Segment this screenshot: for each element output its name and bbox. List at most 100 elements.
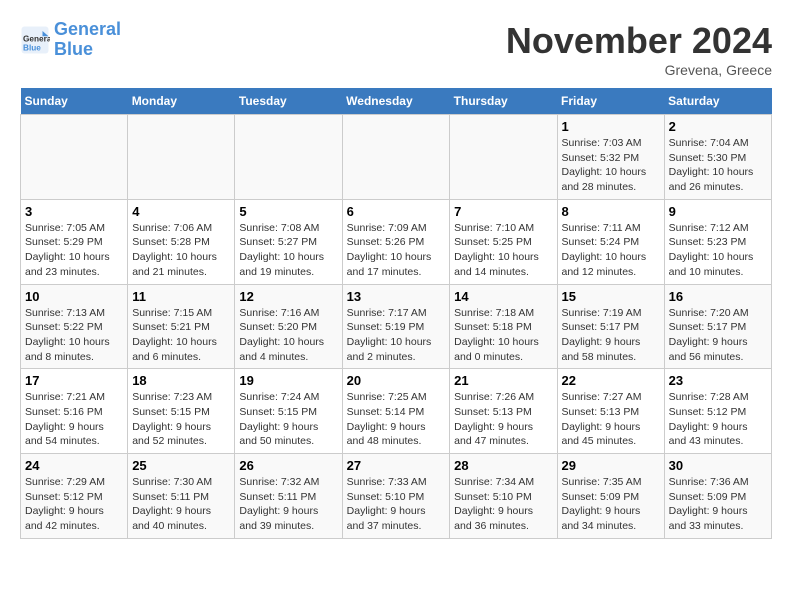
- calendar-cell: 21 Sunrise: 7:26 AM Sunset: 5:13 PM Dayli…: [450, 369, 557, 454]
- day-info: Sunrise: 7:30 AM Sunset: 5:11 PM Dayligh…: [132, 475, 230, 534]
- day-info: Sunrise: 7:15 AM Sunset: 5:21 PM Dayligh…: [132, 306, 230, 365]
- week-row-5: 24 Sunrise: 7:29 AM Sunset: 5:12 PM Dayli…: [21, 454, 772, 539]
- day-info: Sunrise: 7:26 AM Sunset: 5:13 PM Dayligh…: [454, 390, 552, 449]
- day-info: Sunrise: 7:32 AM Sunset: 5:11 PM Dayligh…: [239, 475, 337, 534]
- day-number: 1: [562, 119, 660, 134]
- weekday-header-tuesday: Tuesday: [235, 88, 342, 115]
- day-info: Sunrise: 7:19 AM Sunset: 5:17 PM Dayligh…: [562, 306, 660, 365]
- day-info: Sunrise: 7:04 AM Sunset: 5:30 PM Dayligh…: [669, 136, 767, 195]
- day-number: 8: [562, 204, 660, 219]
- day-number: 22: [562, 373, 660, 388]
- day-info: Sunrise: 7:12 AM Sunset: 5:23 PM Dayligh…: [669, 221, 767, 280]
- day-number: 25: [132, 458, 230, 473]
- calendar-cell: 16Sunrise: 7:20 AM Sunset: 5:17 PM Dayli…: [664, 284, 771, 369]
- calendar-cell: 9 Sunrise: 7:12 AM Sunset: 5:23 PM Daylig…: [664, 199, 771, 284]
- weekday-header-saturday: Saturday: [664, 88, 771, 115]
- day-number: 10: [25, 289, 123, 304]
- calendar-cell: 15 Sunrise: 7:19 AM Sunset: 5:17 PM Dayli…: [557, 284, 664, 369]
- day-info: Sunrise: 7:29 AM Sunset: 5:12 PM Dayligh…: [25, 475, 123, 534]
- day-info: Sunrise: 7:11 AM Sunset: 5:24 PM Dayligh…: [562, 221, 660, 280]
- calendar-cell: 7Sunrise: 7:10 AM Sunset: 5:25 PM Daylig…: [450, 199, 557, 284]
- logo: General Blue General Blue: [20, 20, 121, 60]
- day-number: 5: [239, 204, 337, 219]
- day-number: 29: [562, 458, 660, 473]
- calendar-cell: [450, 115, 557, 200]
- day-info: Sunrise: 7:10 AM Sunset: 5:25 PM Dayligh…: [454, 221, 552, 280]
- day-number: 20: [347, 373, 446, 388]
- calendar-cell: 2 Sunrise: 7:04 AM Sunset: 5:30 PM Daylig…: [664, 115, 771, 200]
- calendar-cell: 26 Sunrise: 7:32 AM Sunset: 5:11 PM Dayli…: [235, 454, 342, 539]
- calendar-cell: [235, 115, 342, 200]
- weekday-header-friday: Friday: [557, 88, 664, 115]
- logo-general: General: [54, 19, 121, 39]
- header: General Blue General Blue November 2024 …: [20, 20, 772, 78]
- calendar-cell: 12Sunrise: 7:16 AM Sunset: 5:20 PM Dayli…: [235, 284, 342, 369]
- day-info: Sunrise: 7:35 AM Sunset: 5:09 PM Dayligh…: [562, 475, 660, 534]
- calendar-cell: 1 Sunrise: 7:03 AM Sunset: 5:32 PM Daylig…: [557, 115, 664, 200]
- week-row-4: 17Sunrise: 7:21 AM Sunset: 5:16 PM Dayli…: [21, 369, 772, 454]
- calendar-cell: 8 Sunrise: 7:11 AM Sunset: 5:24 PM Daylig…: [557, 199, 664, 284]
- calendar-cell: [342, 115, 450, 200]
- location-subtitle: Grevena, Greece: [506, 62, 772, 78]
- day-number: 18: [132, 373, 230, 388]
- logo-blue: Blue: [54, 39, 93, 59]
- logo-text: General Blue: [54, 20, 121, 60]
- day-number: 30: [669, 458, 767, 473]
- day-number: 14: [454, 289, 552, 304]
- day-number: 19: [239, 373, 337, 388]
- day-number: 23: [669, 373, 767, 388]
- day-number: 28: [454, 458, 552, 473]
- day-info: Sunrise: 7:05 AM Sunset: 5:29 PM Dayligh…: [25, 221, 123, 280]
- day-number: 4: [132, 204, 230, 219]
- calendar-cell: 27Sunrise: 7:33 AM Sunset: 5:10 PM Dayli…: [342, 454, 450, 539]
- day-info: Sunrise: 7:28 AM Sunset: 5:12 PM Dayligh…: [669, 390, 767, 449]
- calendar-cell: 5 Sunrise: 7:08 AM Sunset: 5:27 PM Daylig…: [235, 199, 342, 284]
- day-info: Sunrise: 7:17 AM Sunset: 5:19 PM Dayligh…: [347, 306, 446, 365]
- calendar-table: SundayMondayTuesdayWednesdayThursdayFrid…: [20, 88, 772, 539]
- week-row-1: 1 Sunrise: 7:03 AM Sunset: 5:32 PM Daylig…: [21, 115, 772, 200]
- calendar-cell: 11Sunrise: 7:15 AM Sunset: 5:21 PM Dayli…: [128, 284, 235, 369]
- title-area: November 2024 Grevena, Greece: [506, 20, 772, 78]
- calendar-cell: 30Sunrise: 7:36 AM Sunset: 5:09 PM Dayli…: [664, 454, 771, 539]
- calendar-cell: 10Sunrise: 7:13 AM Sunset: 5:22 PM Dayli…: [21, 284, 128, 369]
- day-info: Sunrise: 7:25 AM Sunset: 5:14 PM Dayligh…: [347, 390, 446, 449]
- day-number: 27: [347, 458, 446, 473]
- calendar-cell: 14 Sunrise: 7:18 AM Sunset: 5:18 PM Dayli…: [450, 284, 557, 369]
- calendar-cell: 25 Sunrise: 7:30 AM Sunset: 5:11 PM Dayli…: [128, 454, 235, 539]
- day-info: Sunrise: 7:27 AM Sunset: 5:13 PM Dayligh…: [562, 390, 660, 449]
- day-info: Sunrise: 7:08 AM Sunset: 5:27 PM Dayligh…: [239, 221, 337, 280]
- week-row-3: 10Sunrise: 7:13 AM Sunset: 5:22 PM Dayli…: [21, 284, 772, 369]
- day-number: 2: [669, 119, 767, 134]
- calendar-cell: 17Sunrise: 7:21 AM Sunset: 5:16 PM Dayli…: [21, 369, 128, 454]
- day-info: Sunrise: 7:24 AM Sunset: 5:15 PM Dayligh…: [239, 390, 337, 449]
- day-info: Sunrise: 7:21 AM Sunset: 5:16 PM Dayligh…: [25, 390, 123, 449]
- calendar-cell: 6Sunrise: 7:09 AM Sunset: 5:26 PM Daylig…: [342, 199, 450, 284]
- day-info: Sunrise: 7:06 AM Sunset: 5:28 PM Dayligh…: [132, 221, 230, 280]
- calendar-cell: 23 Sunrise: 7:28 AM Sunset: 5:12 PM Dayli…: [664, 369, 771, 454]
- day-number: 3: [25, 204, 123, 219]
- calendar-cell: 29 Sunrise: 7:35 AM Sunset: 5:09 PM Dayli…: [557, 454, 664, 539]
- calendar-cell: 28 Sunrise: 7:34 AM Sunset: 5:10 PM Dayli…: [450, 454, 557, 539]
- weekday-header-monday: Monday: [128, 88, 235, 115]
- svg-text:Blue: Blue: [23, 43, 41, 52]
- day-number: 26: [239, 458, 337, 473]
- day-info: Sunrise: 7:03 AM Sunset: 5:32 PM Dayligh…: [562, 136, 660, 195]
- day-number: 12: [239, 289, 337, 304]
- day-number: 15: [562, 289, 660, 304]
- weekday-header-sunday: Sunday: [21, 88, 128, 115]
- month-title: November 2024: [506, 20, 772, 62]
- calendar-cell: 20 Sunrise: 7:25 AM Sunset: 5:14 PM Dayli…: [342, 369, 450, 454]
- calendar-cell: 13 Sunrise: 7:17 AM Sunset: 5:19 PM Dayli…: [342, 284, 450, 369]
- day-number: 21: [454, 373, 552, 388]
- day-number: 24: [25, 458, 123, 473]
- calendar-cell: [128, 115, 235, 200]
- calendar-cell: 4 Sunrise: 7:06 AM Sunset: 5:28 PM Daylig…: [128, 199, 235, 284]
- day-number: 9: [669, 204, 767, 219]
- day-number: 13: [347, 289, 446, 304]
- day-info: Sunrise: 7:18 AM Sunset: 5:18 PM Dayligh…: [454, 306, 552, 365]
- logo-icon: General Blue: [20, 25, 50, 55]
- day-info: Sunrise: 7:34 AM Sunset: 5:10 PM Dayligh…: [454, 475, 552, 534]
- day-info: Sunrise: 7:23 AM Sunset: 5:15 PM Dayligh…: [132, 390, 230, 449]
- calendar-cell: [21, 115, 128, 200]
- calendar-cell: 19 Sunrise: 7:24 AM Sunset: 5:15 PM Dayli…: [235, 369, 342, 454]
